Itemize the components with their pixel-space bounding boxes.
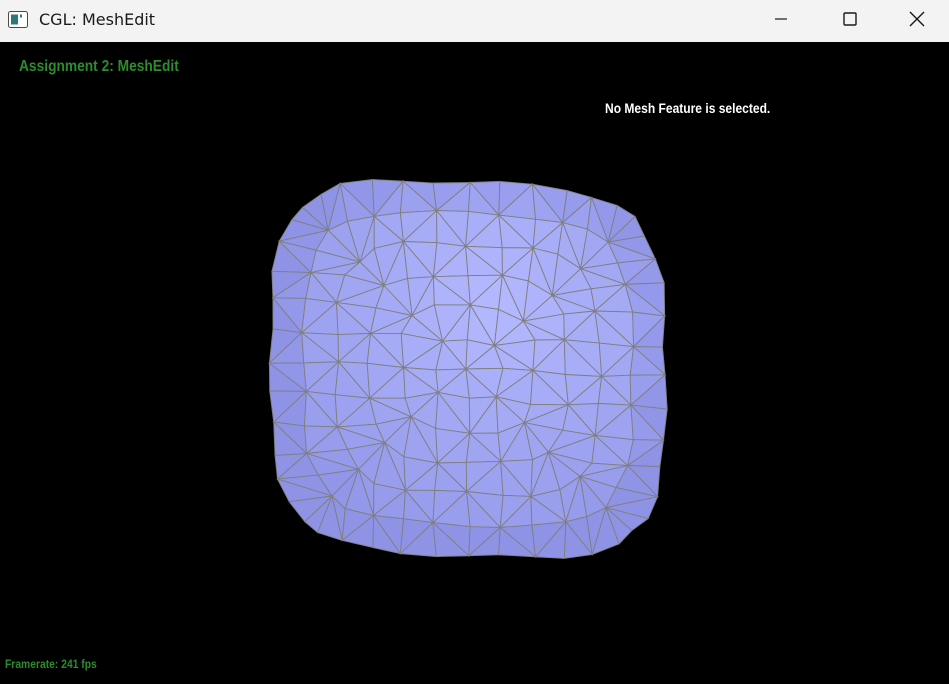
- selection-status: No Mesh Feature is selected.: [605, 100, 771, 116]
- app-window: CGL: MeshEdit Assignment 2: MeshEdit No …: [0, 0, 949, 684]
- close-icon: [908, 10, 926, 32]
- framerate-readout: Framerate: 241 fps: [5, 657, 97, 671]
- minimize-icon: [773, 11, 789, 31]
- maximize-button[interactable]: [815, 0, 885, 42]
- minimize-button[interactable]: [746, 0, 816, 42]
- app-window-icon: [8, 11, 28, 28]
- render-viewport[interactable]: Assignment 2: MeshEdit No Mesh Feature i…: [0, 42, 949, 684]
- mesh-render[interactable]: [0, 42, 949, 684]
- maximize-icon: [842, 11, 858, 31]
- close-button[interactable]: [885, 0, 949, 42]
- assignment-title: Assignment 2: MeshEdit: [19, 58, 179, 75]
- title-bar[interactable]: CGL: MeshEdit: [0, 0, 949, 42]
- window-title: CGL: MeshEdit: [39, 10, 156, 29]
